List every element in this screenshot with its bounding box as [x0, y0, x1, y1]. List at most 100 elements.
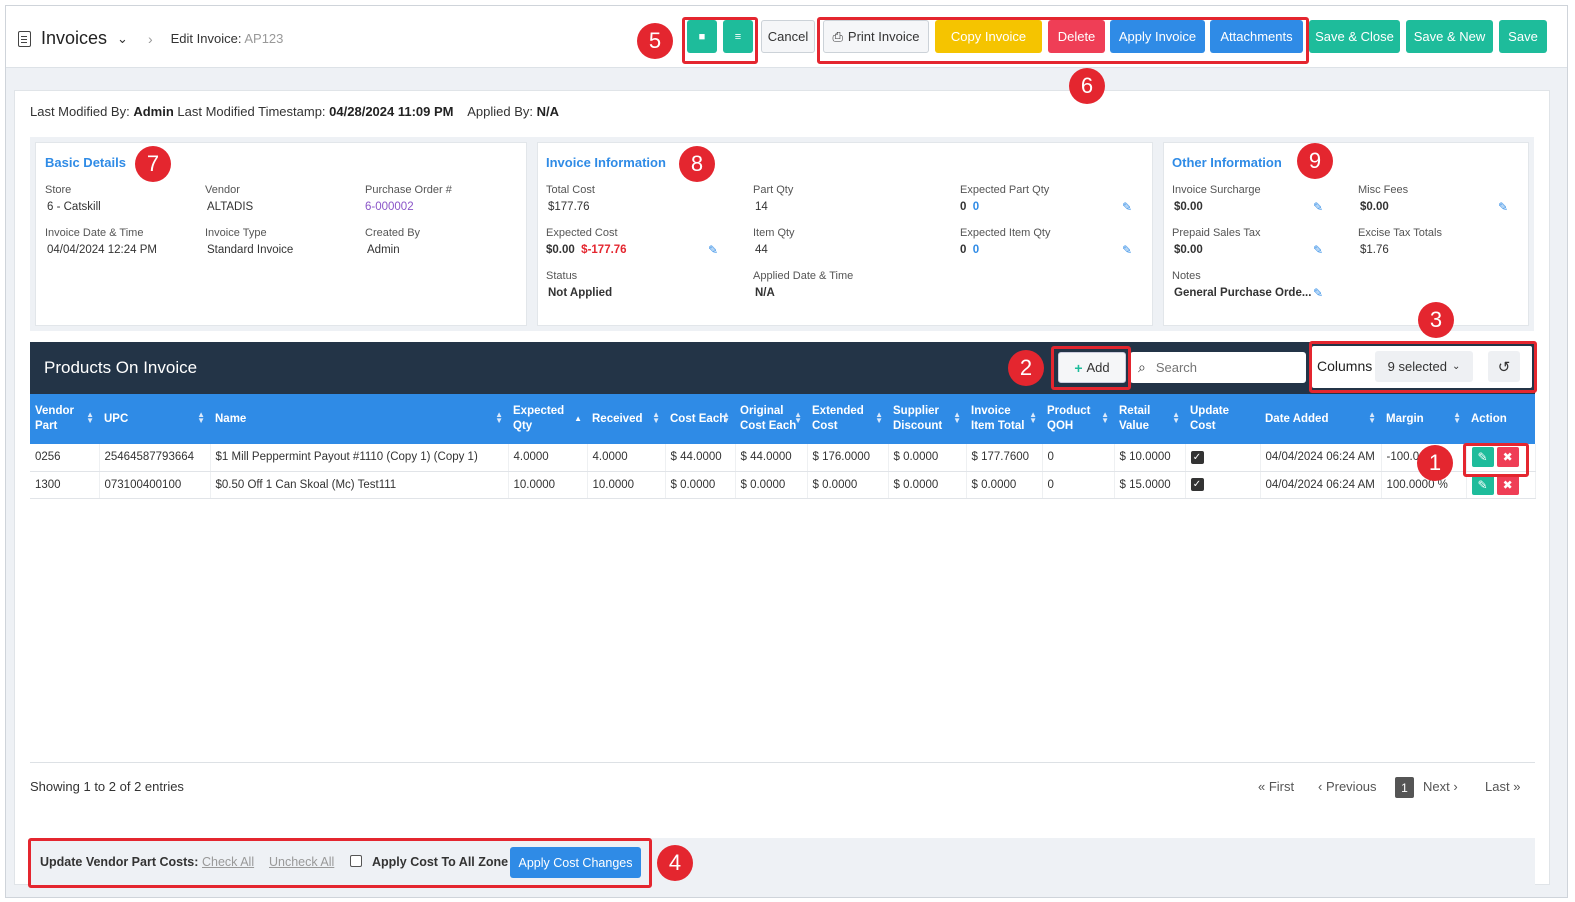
breadcrumb-separator-icon: › — [147, 30, 153, 47]
invoice-type-label: Invoice Type — [205, 227, 267, 239]
table-cell: $ 44.0000 — [665, 444, 736, 472]
module-title[interactable]: Invoices ⌄ › Edit Invoice: AP123 — [18, 28, 283, 49]
divider — [30, 762, 1535, 763]
table-cell: 04/04/2024 06:24 AM — [1260, 444, 1382, 472]
search-box[interactable]: ⌕ — [1130, 352, 1306, 383]
misc-fees-value: $0.00 — [1360, 201, 1389, 213]
column-header[interactable]: Original Cost Each ▲ ▼ — [735, 394, 807, 444]
previous-page-link[interactable]: ‹ Previous — [1318, 779, 1377, 794]
column-header[interactable]: Extended Cost ▲ ▼ — [807, 394, 888, 444]
vendor-label: Vendor — [205, 184, 240, 196]
save-new-button[interactable]: Save & New — [1406, 20, 1493, 53]
modified-by-label: Last Modified By: — [30, 104, 130, 119]
save-close-button[interactable]: Save & Close — [1309, 20, 1400, 53]
sort-icon: ▲ ▼ — [794, 410, 802, 425]
callout-badge: 3 — [1418, 302, 1454, 338]
callout-box — [682, 17, 758, 64]
column-header[interactable]: Supplier Discount ▲ ▼ — [888, 394, 966, 444]
column-header[interactable]: Name ▲ ▼ — [210, 394, 508, 444]
search-input[interactable] — [1155, 360, 1286, 375]
audit-info: Last Modified By: Admin Last Modified Ti… — [30, 104, 559, 119]
table-row: 1300 073100400100 $0.50 Off 1 Can Skoal … — [30, 471, 1536, 499]
column-header[interactable]: UPC ▲ ▼ — [99, 394, 210, 444]
column-header[interactable]: Date Added ▲ ▼ — [1260, 394, 1381, 444]
notes-label: Notes — [1172, 270, 1201, 282]
search-icon: ⌕ — [1138, 359, 1146, 375]
update-cost-checkbox[interactable]: ✓ — [1190, 450, 1204, 464]
purchase-order-link[interactable]: 6-000002 — [365, 201, 414, 213]
table-cell: $ 0.0000 — [807, 471, 889, 499]
table-cell: ✓ — [1185, 471, 1261, 499]
edit-notes-icon[interactable]: ✎ — [1313, 286, 1325, 300]
callout-box — [1051, 346, 1131, 390]
column-header-label: Supplier Discount — [893, 405, 943, 432]
table-cell: $ 0.0000 — [888, 471, 967, 499]
column-header[interactable]: Retail Value ▲ ▼ — [1114, 394, 1185, 444]
edit-row-button[interactable]: ✎ — [1471, 474, 1494, 495]
update-cost-checkbox[interactable]: ✓ — [1190, 478, 1204, 491]
breadcrumb: Edit Invoice: AP123 — [171, 31, 284, 46]
column-header[interactable]: Vendor Part ▲ ▼ — [30, 394, 99, 444]
edit-expected-part-qty-icon[interactable]: ✎ — [1122, 200, 1134, 214]
previous-label: Previous — [1325, 779, 1377, 794]
sort-icon: ▲ ▼ — [495, 410, 503, 425]
callout-badge: 4 — [657, 845, 693, 881]
timestamp: 04/28/2024 11:09 PM — [329, 104, 454, 119]
column-header-label: UPC — [104, 412, 129, 425]
expected-cost-label: Expected Cost — [546, 227, 618, 239]
column-header-label: Date Added — [1265, 412, 1329, 425]
item-qty-value: 44 — [755, 244, 768, 256]
sort-icon: ▲ ▼ — [1172, 410, 1180, 425]
invoice-id: AP123 — [244, 31, 284, 46]
edit-prepaid-tax-icon[interactable]: ✎ — [1313, 243, 1325, 257]
expected-part-qty: 0 — [960, 201, 967, 213]
column-header[interactable]: Invoice Item Total ▲ ▼ — [966, 394, 1042, 444]
cancel-button[interactable]: Cancel — [761, 20, 815, 53]
sort-icon: ▲ ▼ — [1101, 410, 1109, 425]
column-header[interactable]: Expected Qty ▲ — [508, 394, 587, 444]
invoice-information-title: Invoice Information — [546, 155, 666, 170]
callout-badge: 6 — [1069, 68, 1105, 104]
callout-badge: 1 — [1417, 445, 1453, 481]
edit-expected-item-qty-icon[interactable]: ✎ — [1122, 243, 1134, 257]
basic-details-title: Basic Details — [45, 155, 126, 170]
table-cell: $ 10.0000 — [1114, 444, 1186, 472]
column-header[interactable]: Product QOH ▲ ▼ — [1042, 394, 1114, 444]
column-header-label: Action — [1471, 412, 1507, 425]
column-header[interactable]: Margin ▲ ▼ — [1381, 394, 1466, 444]
last-label: Last — [1485, 779, 1510, 794]
excise-tax-value: $1.76 — [1360, 244, 1389, 256]
column-header[interactable]: Cost Each ▲ ▼ — [665, 394, 735, 444]
column-header[interactable]: Received ▲ ▼ — [587, 394, 665, 444]
delete-row-button[interactable]: ✖ — [1496, 474, 1519, 495]
notes-value: General Purchase Orde... — [1174, 287, 1312, 299]
purchase-order-label: Purchase Order # — [365, 184, 452, 196]
store-value: 6 - Catskill — [47, 201, 101, 213]
callout-badge: 5 — [637, 23, 673, 59]
other-information-title: Other Information — [1172, 155, 1282, 170]
first-page-link[interactable]: « First — [1258, 779, 1294, 794]
chevron-down-icon[interactable]: ⌄ — [117, 31, 128, 47]
modified-by: Admin — [133, 104, 174, 119]
edit-expected-cost-icon[interactable]: ✎ — [708, 243, 720, 257]
expected-cost-value: $0.00 $-177.76 — [546, 244, 627, 256]
status-value: Not Applied — [548, 287, 613, 299]
table-header-row: Vendor Part ▲ ▼ UPC ▲ ▼ Name ▲ ▼ Expected Qty ▲… — [30, 394, 1535, 444]
column-header: Update Cost — [1185, 394, 1260, 444]
column-header: Action — [1466, 394, 1535, 444]
save-button[interactable]: Save — [1499, 20, 1547, 53]
expected-part-qty-diff: 0 — [972, 201, 980, 213]
last-page-link[interactable]: Last » — [1485, 779, 1520, 794]
edit-misc-fees-icon[interactable]: ✎ — [1498, 200, 1510, 214]
vendor-value: ALTADIS — [207, 201, 254, 213]
invoice-date-value: 04/04/2024 12:24 PM — [47, 244, 157, 256]
next-page-link[interactable]: Next › — [1423, 779, 1458, 794]
table-cell: 10.0000 — [587, 471, 666, 499]
table-cell: 10.0000 — [508, 471, 588, 499]
invoice-surcharge-value: $0.00 — [1174, 201, 1203, 213]
created-by-value: Admin — [367, 244, 400, 256]
current-page[interactable]: 1 — [1395, 777, 1414, 798]
edit-surcharge-icon[interactable]: ✎ — [1313, 200, 1325, 214]
timestamp-label: Last Modified Timestamp: — [177, 104, 326, 119]
column-header-label: Extended Cost — [812, 405, 864, 432]
